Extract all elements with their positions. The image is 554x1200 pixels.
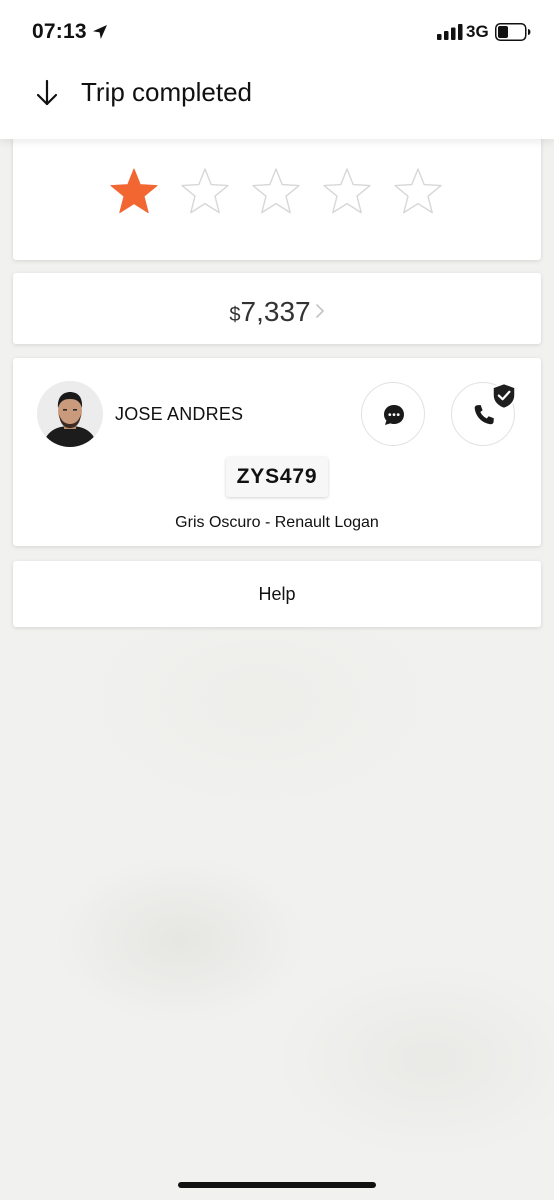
star-icon-3[interactable] (251, 166, 301, 216)
help-button[interactable]: Help (13, 561, 541, 627)
help-label: Help (258, 584, 296, 604)
status-time: 07:13 (32, 20, 87, 43)
driver-card: JOSE ANDRES ZYS479 Gris Oscuro - Renault… (13, 358, 541, 546)
arrow-down-icon[interactable] (34, 78, 60, 108)
shield-check-icon (492, 382, 516, 410)
fare-currency: $ (229, 304, 241, 326)
driver-photo (37, 381, 103, 447)
page-title: Trip completed (81, 77, 252, 107)
location-arrow-icon (93, 25, 107, 39)
chat-icon (384, 405, 404, 425)
star-icon-1[interactable] (109, 166, 159, 216)
star-icon-4[interactable] (322, 166, 372, 216)
rating-card (13, 126, 541, 260)
battery-icon (495, 23, 531, 41)
star-2-shape (181, 168, 229, 214)
license-plate: ZYS479 (226, 457, 328, 497)
fare-amount: 7,337 (240, 296, 311, 327)
network-type: 3G (466, 22, 489, 41)
driver-avatar (37, 381, 103, 447)
driver-name: JOSE ANDRES (115, 404, 244, 424)
fare-total: $7,337 (13, 296, 541, 328)
signal-bars-icon (437, 24, 463, 40)
star-icon-5[interactable] (393, 166, 443, 216)
star-3-shape (252, 168, 300, 214)
star-4-shape (323, 168, 371, 214)
status-bar: 07:13 3G (0, 0, 554, 64)
vehicle-description: Gris Oscuro - Renault Logan (175, 514, 379, 531)
top-header: Trip completed (0, 64, 554, 139)
chevron-right-icon (315, 304, 324, 318)
fare-card[interactable]: $7,337 (13, 273, 541, 344)
star-rating (109, 166, 445, 220)
star-1-shape (110, 168, 158, 214)
star-5-shape (394, 168, 442, 214)
home-indicator[interactable] (178, 1182, 376, 1188)
message-driver-button[interactable] (361, 382, 425, 446)
star-icon-2[interactable] (180, 166, 230, 216)
